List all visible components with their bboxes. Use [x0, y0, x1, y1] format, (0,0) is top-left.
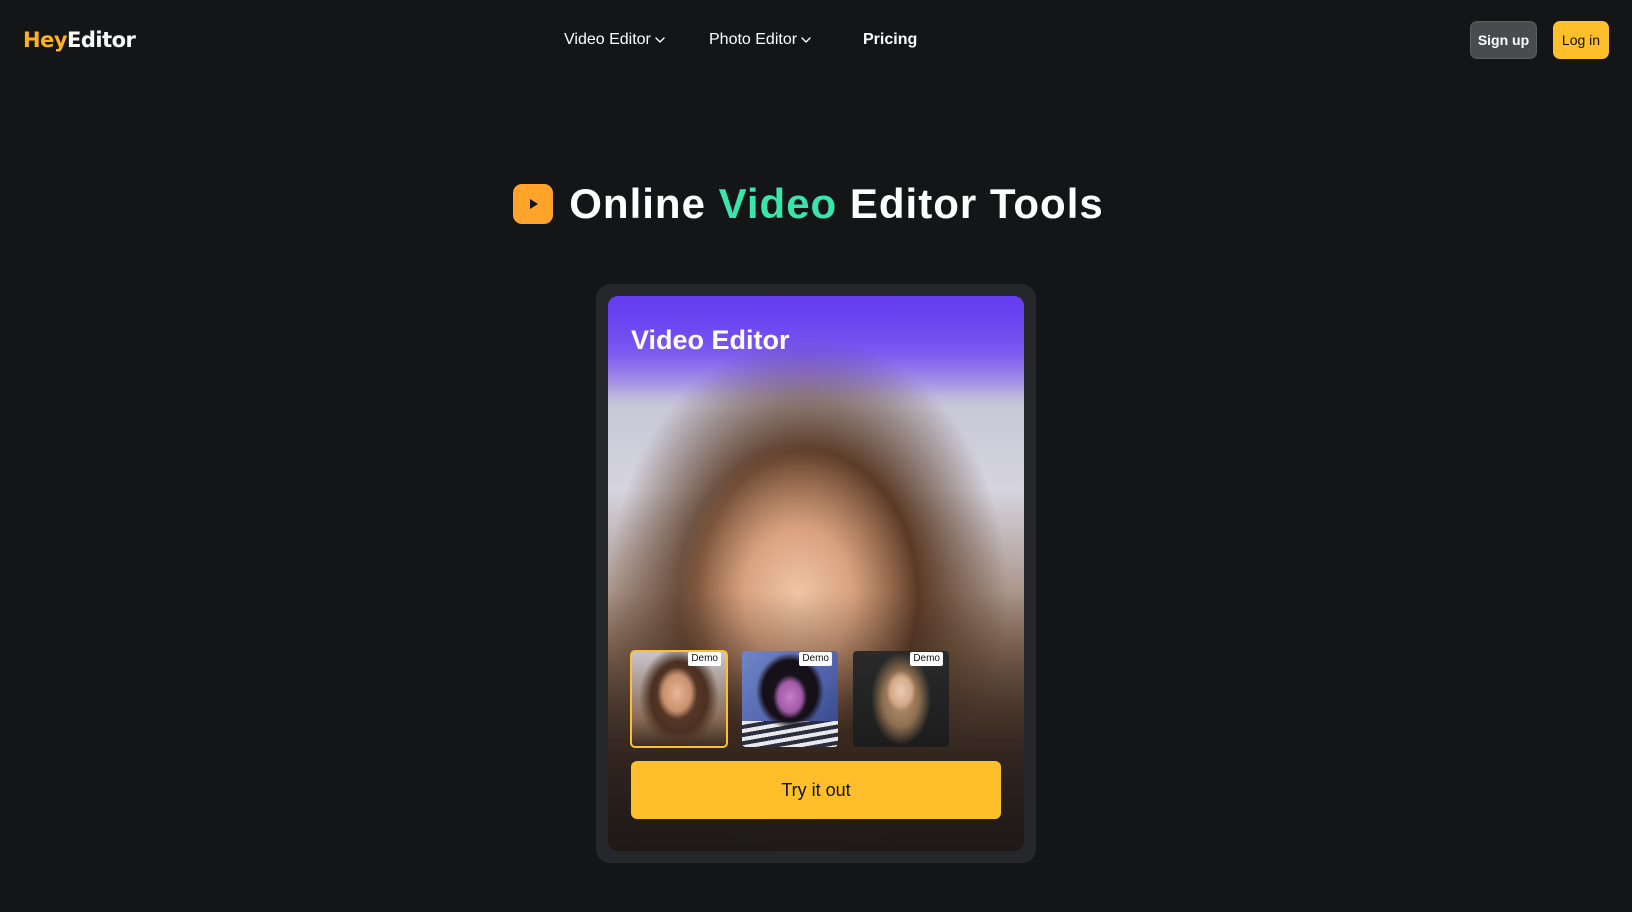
page-title: Online Video Editor Tools [569, 180, 1104, 228]
nav-photo-editor[interactable]: Photo Editor [709, 28, 812, 52]
log-in-button[interactable]: Log in [1553, 21, 1609, 59]
title-part-video: Video [718, 180, 838, 227]
chevron-down-icon [655, 37, 665, 43]
hero-title: Online Video Editor Tools [0, 180, 1632, 228]
nav-video-editor-label: Video Editor [564, 31, 651, 48]
demo-thumbnail-2[interactable]: Demo [742, 651, 838, 747]
logo-part-editor: Editor [67, 28, 136, 52]
title-part-editor-tools: Editor Tools [849, 180, 1104, 227]
card-heading: Video Editor [631, 325, 790, 355]
demo-badge: Demo [910, 652, 943, 666]
nav-video-editor[interactable]: Video Editor [564, 28, 666, 52]
play-icon [513, 184, 554, 224]
demo-thumbnails: Demo Demo Demo [630, 650, 949, 748]
sign-up-button[interactable]: Sign up [1470, 21, 1537, 59]
video-editor-card-frame: Video Editor Demo Demo Demo Try it out [596, 284, 1036, 863]
site-header: HeyEditor Video Editor Photo Editor Pric… [0, 0, 1632, 80]
demo-badge: Demo [688, 652, 721, 666]
video-editor-card: Video Editor Demo Demo Demo Try it out [608, 296, 1024, 851]
play-triangle-icon [524, 195, 543, 213]
heyeditor-logo[interactable]: HeyEditor [23, 26, 136, 54]
logo-part-hey: Hey [23, 28, 68, 52]
nav-pricing-label: Pricing [863, 31, 918, 48]
nav-pricing[interactable]: Pricing [863, 28, 917, 52]
nav-photo-editor-label: Photo Editor [709, 31, 798, 48]
try-it-out-button[interactable]: Try it out [631, 761, 1001, 819]
demo-badge: Demo [799, 652, 832, 666]
demo-thumbnail-1[interactable]: Demo [630, 650, 728, 748]
title-part-online: Online [569, 180, 706, 227]
chevron-down-icon [801, 37, 811, 43]
demo-thumbnail-3[interactable]: Demo [853, 651, 949, 747]
